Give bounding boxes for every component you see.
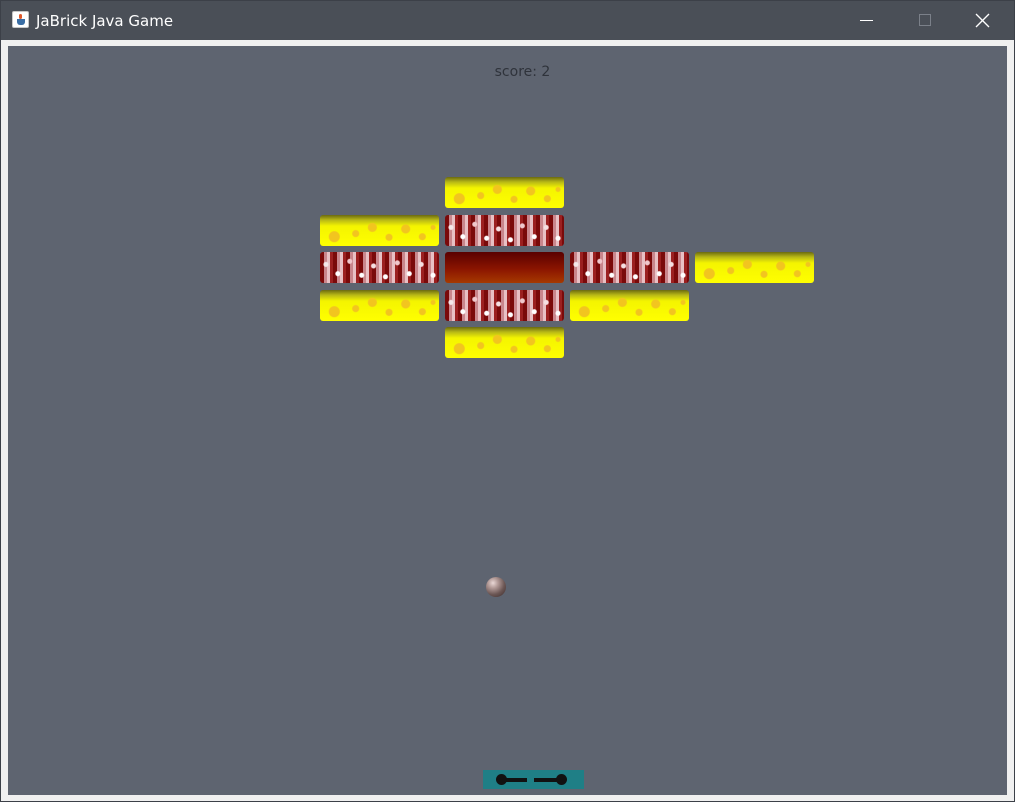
minimize-icon (860, 20, 873, 21)
maximize-icon (919, 14, 931, 26)
brick-speckle (320, 252, 439, 283)
close-icon (975, 13, 990, 28)
brick-yellow (445, 177, 564, 208)
game-window: JaBrick Java Game score: 2 (0, 0, 1015, 802)
java-cup-icon (12, 11, 29, 28)
paddle-knob-left (496, 774, 507, 785)
game-canvas[interactable]: score: 2 (8, 46, 1007, 795)
brick-speckle (570, 252, 689, 283)
brick-yellow (320, 290, 439, 321)
brick-yellow (445, 327, 564, 358)
brick-yellow (695, 252, 814, 283)
brick-yellow (320, 215, 439, 246)
window-title: JaBrick Java Game (36, 12, 174, 30)
brick-speckle (445, 290, 564, 321)
brick-solid (445, 252, 564, 283)
paddle-gap (527, 777, 534, 783)
close-button[interactable] (955, 1, 1013, 40)
ball (486, 577, 506, 597)
brick-yellow (570, 290, 689, 321)
score-label: score: 2 (494, 64, 551, 80)
maximize-button[interactable] (897, 1, 955, 40)
paddle-knob-right (556, 774, 567, 785)
paddle[interactable] (483, 770, 584, 789)
minimize-button[interactable] (839, 1, 897, 40)
brick-speckle (445, 215, 564, 246)
title-bar[interactable]: JaBrick Java Game (1, 1, 1014, 40)
